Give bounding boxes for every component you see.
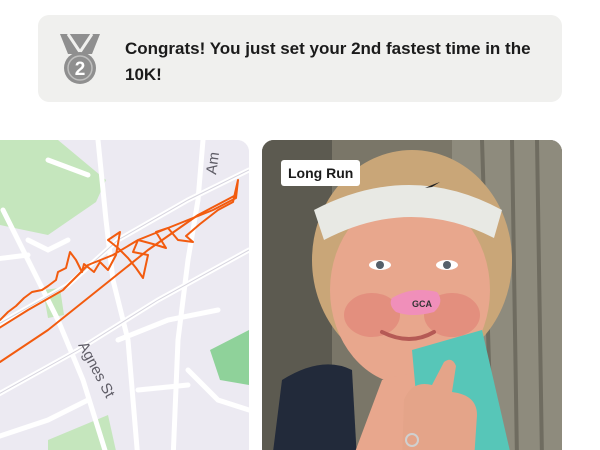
photo-tag-label: Long Run	[281, 160, 361, 186]
rank-badge-number: 2	[75, 59, 86, 80]
street-label-am: Am	[203, 151, 223, 176]
nose-strip-text: GCA	[412, 299, 433, 309]
achievement-banner[interactable]: 2 Congrats! You just set your 2nd fastes…	[38, 15, 562, 102]
route-map[interactable]: Agnes St Am	[0, 140, 249, 450]
achievement-message: Congrats! You just set your 2nd fastest …	[125, 39, 531, 84]
run-photo[interactable]: GCA Long Run	[262, 140, 562, 450]
medal-icon: 2	[60, 33, 100, 84]
